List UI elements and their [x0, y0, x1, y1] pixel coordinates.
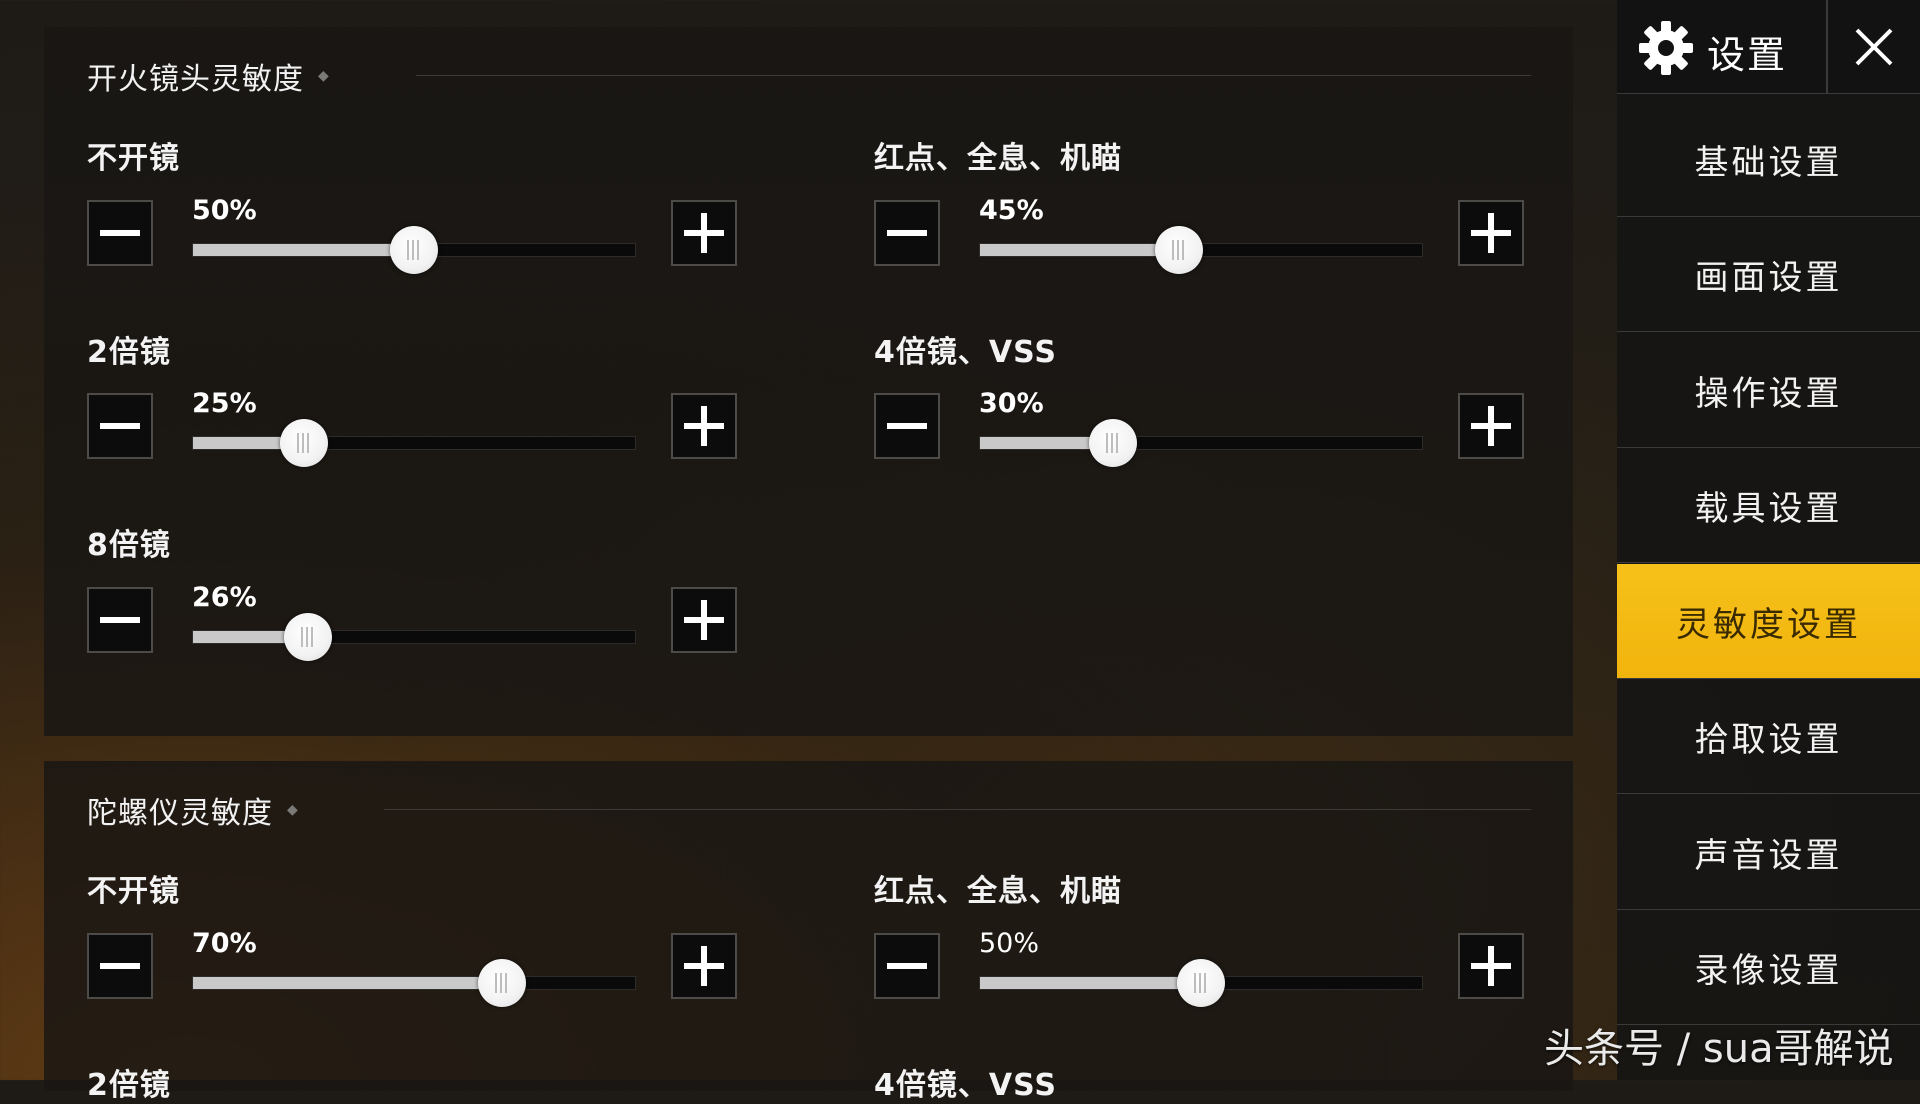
- decrease-button[interactable]: [87, 200, 153, 266]
- value-percent: 30%: [979, 388, 1044, 419]
- menu-item-graphics[interactable]: 画面设置: [1617, 217, 1920, 332]
- close-button[interactable]: [1826, 0, 1920, 94]
- sensitivity-slider[interactable]: [192, 959, 636, 1007]
- sensitivity-slider[interactable]: [192, 613, 636, 661]
- setting-label: 红点、全息、机瞄: [874, 141, 1122, 176]
- slider-fill: [193, 977, 503, 989]
- value-percent: 26%: [192, 582, 257, 613]
- sensitivity-slider[interactable]: [192, 419, 636, 467]
- section-title: 陀螺仪灵敏度: [87, 796, 273, 831]
- minus-icon: [100, 423, 140, 429]
- value-percent: 50%: [192, 195, 257, 226]
- setting-label: 2倍镜: [87, 1068, 171, 1103]
- section-header: 陀螺仪灵敏度 ◆: [87, 788, 298, 832]
- decrease-button[interactable]: [874, 933, 940, 999]
- decrease-button[interactable]: [874, 200, 940, 266]
- sensitivity-slider[interactable]: [979, 226, 1423, 274]
- sensitivity-slider[interactable]: [979, 419, 1423, 467]
- slider-fill: [980, 244, 1179, 256]
- menu-item-label: 录像设置: [1694, 950, 1843, 991]
- sensitivity-slider[interactable]: [192, 226, 636, 274]
- slider-thumb[interactable]: [478, 959, 527, 1007]
- menu-item-label: 基础设置: [1694, 142, 1843, 183]
- watermark-text: 头条号 / sua哥解说: [1544, 1026, 1894, 1072]
- plus-icon: [1471, 213, 1511, 253]
- fire-sensitivity-panel: 开火镜头灵敏度 ◆ 不开镜 50% 红点、全息、机瞄 45% 2倍镜 25% 4…: [44, 27, 1573, 736]
- setting-label: 4倍镜、VSS: [874, 1068, 1057, 1103]
- value-percent: 50%: [979, 928, 1040, 959]
- slider-thumb[interactable]: [283, 613, 332, 661]
- menu-item-sensitivity[interactable]: 灵敏度设置: [1617, 564, 1920, 679]
- setting-label: 红点、全息、机瞄: [874, 874, 1122, 909]
- increase-button[interactable]: [671, 200, 737, 266]
- increase-button[interactable]: [671, 393, 737, 459]
- close-icon: [1855, 28, 1893, 66]
- plus-icon: [684, 406, 724, 446]
- plus-icon: [684, 600, 724, 640]
- minus-icon: [100, 617, 140, 623]
- setting-label: 4倍镜、VSS: [874, 335, 1057, 370]
- increase-button[interactable]: [1458, 933, 1524, 999]
- menu-item-audio[interactable]: 声音设置: [1617, 795, 1920, 910]
- slider-thumb[interactable]: [1154, 226, 1203, 274]
- decrease-button[interactable]: [87, 933, 153, 999]
- plus-icon: [1471, 946, 1511, 986]
- minus-icon: [887, 230, 927, 236]
- slider-fill: [980, 977, 1201, 989]
- minus-icon: [887, 423, 927, 429]
- setting-label: 不开镜: [87, 141, 180, 176]
- menu-item-label: 载具设置: [1694, 488, 1843, 529]
- value-percent: 70%: [192, 928, 257, 959]
- setting-label: 2倍镜: [87, 335, 171, 370]
- slider-fill: [193, 244, 414, 256]
- plus-icon: [684, 946, 724, 986]
- menu-item-pickup[interactable]: 拾取设置: [1617, 679, 1920, 794]
- diamond-icon: ◆: [318, 68, 329, 84]
- menu-item-basic[interactable]: 基础设置: [1617, 102, 1920, 217]
- slider-thumb[interactable]: [390, 226, 438, 274]
- decrease-button[interactable]: [87, 393, 153, 459]
- increase-button[interactable]: [671, 933, 737, 999]
- menu-item-label: 操作设置: [1694, 373, 1843, 414]
- minus-icon: [100, 230, 140, 236]
- gyroscope-sensitivity-panel: 陀螺仪灵敏度 ◆ 不开镜 70% 红点、全息、机瞄 50% 2倍镜 4倍镜、VS…: [44, 761, 1573, 1103]
- menu-item-label: 灵敏度设置: [1676, 604, 1861, 645]
- increase-button[interactable]: [671, 587, 737, 653]
- menu-item-controls[interactable]: 操作设置: [1617, 333, 1920, 448]
- decrease-button[interactable]: [874, 393, 940, 459]
- decrease-button[interactable]: [87, 587, 153, 653]
- section-divider: [416, 75, 1531, 76]
- plus-icon: [684, 213, 724, 253]
- section-header: 开火镜头灵敏度 ◆: [87, 54, 329, 98]
- menu-item-label: 拾取设置: [1694, 719, 1843, 760]
- slider-thumb[interactable]: [279, 419, 328, 467]
- value-percent: 45%: [979, 195, 1044, 226]
- setting-label: 不开镜: [87, 874, 180, 909]
- plus-icon: [1471, 406, 1511, 446]
- menu-item-recording[interactable]: 录像设置: [1617, 910, 1920, 1025]
- setting-label: 8倍镜: [87, 528, 171, 563]
- increase-button[interactable]: [1458, 200, 1524, 266]
- diamond-icon: ◆: [287, 802, 298, 818]
- slider-thumb[interactable]: [1177, 959, 1225, 1007]
- minus-icon: [887, 963, 927, 969]
- gear-icon: [1638, 20, 1694, 80]
- slider-thumb[interactable]: [1088, 419, 1137, 467]
- value-percent: 25%: [192, 388, 257, 419]
- sensitivity-slider[interactable]: [979, 959, 1423, 1007]
- menu-item-label: 画面设置: [1694, 257, 1843, 298]
- settings-title: 设置: [1707, 33, 1788, 77]
- menu-item-label: 声音设置: [1694, 835, 1843, 876]
- menu-item-vehicle[interactable]: 载具设置: [1617, 448, 1920, 563]
- increase-button[interactable]: [1458, 393, 1524, 459]
- section-divider: [384, 809, 1531, 810]
- minus-icon: [100, 963, 140, 969]
- section-title: 开火镜头灵敏度: [87, 62, 304, 97]
